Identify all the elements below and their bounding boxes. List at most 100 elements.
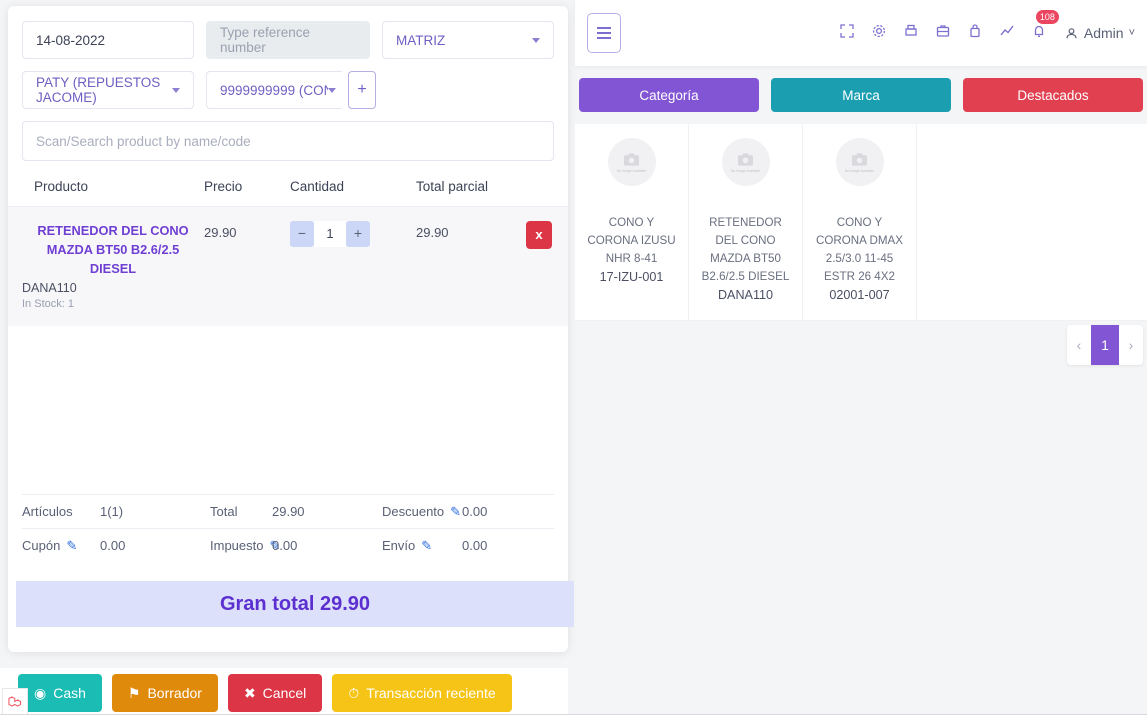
impuesto-label-group: Impuesto ✎ [210,538,272,554]
articulos-label: Artículos [22,504,100,519]
total-value: 29.90 [272,504,382,519]
money-icon: ◉ [34,685,46,702]
clock-icon: ⏱ [348,685,359,702]
totals-row-1: Artículos 1(1) Total 29.90 Descuento ✎ 0… [22,494,554,528]
remove-item-button[interactable]: x [526,221,552,249]
product-code: 17-IZU-001 [600,268,664,286]
cart-table: Producto Precio Cantidad Total parcial R… [8,179,568,326]
laravel-icon [8,695,23,711]
edit-descuento-icon[interactable]: ✎ [450,504,461,520]
cart-subtotal: 29.90 [416,221,526,240]
customer-phone-value: 9999999999 (CONSUMID [220,83,328,98]
recent-transaction-button[interactable]: ⏱ Transacción reciente [332,674,511,712]
cart-product-name[interactable]: RETENEDOR DEL CONO MAZDA BT50 B2.6/2.5 D… [22,221,204,278]
sale-panel: 14-08-2022 Type reference number MATRIZ … [8,6,568,652]
product-name: RETENEDOR DEL CONO MAZDA BT50 B2.6/2.5 D… [697,214,794,286]
totals-row-2: Cupón ✎ 0.00 Impuesto ✎ 0.00 Envío ✎ 0.0… [22,528,554,562]
camera-icon [623,152,640,167]
descuento-value: 0.00 [462,504,487,519]
edit-envio-icon[interactable]: ✎ [421,538,432,554]
pagination-page-1[interactable]: 1 [1091,325,1119,365]
cart-quantity-cell: − 1 + [290,221,416,247]
customer-select[interactable]: PATY (REPUESTOS JACOME) [22,71,194,109]
cash-button[interactable]: ◉ Cash [18,674,102,712]
envio-label-group: Envío ✎ [382,538,462,554]
product-image-placeholder: No Image Available [722,138,770,186]
descuento-label-group: Descuento ✎ [382,504,462,520]
total-label: Total [210,504,272,519]
bag-icon[interactable] [966,23,984,43]
pagination-next[interactable]: › [1119,325,1143,365]
gear-icon[interactable] [870,23,888,43]
edit-cupon-icon[interactable]: ✎ [66,538,77,554]
add-customer-button[interactable]: + [348,71,376,109]
warehouse-select[interactable]: MATRIZ [382,21,554,59]
reference-input[interactable]: Type reference number [206,21,370,59]
admin-label: Admin [1084,25,1124,41]
catalog-panel: 108 Admin ˅ Categoría Marca Destacados N… [575,0,1147,720]
chevron-down-icon [172,88,180,93]
action-buttons: ◉ Cash ⚑ Borrador ✖ Cancel ⏱ Transacción… [0,668,568,712]
impuesto-label: Impuesto [210,538,263,553]
tab-marca[interactable]: Marca [771,78,951,112]
briefcase-icon[interactable] [934,23,952,43]
descuento-label: Descuento [382,504,444,519]
chart-icon[interactable] [998,23,1016,43]
totals-section: Artículos 1(1) Total 29.90 Descuento ✎ 0… [22,494,554,562]
draft-label: Borrador [147,685,201,701]
sale-form: 14-08-2022 Type reference number MATRIZ … [8,6,568,161]
customer-phone-select[interactable]: 9999999999 (CONSUMID [206,71,342,109]
cancel-button[interactable]: ✖ Cancel [228,674,322,712]
draft-button[interactable]: ⚑ Borrador [112,674,218,712]
recent-label: Transacción reciente [366,685,495,701]
cart-product-cell: RETENEDOR DEL CONO MAZDA BT50 B2.6/2.5 D… [22,221,204,310]
date-input[interactable]: 14-08-2022 [22,21,194,59]
product-card[interactable]: No Image Available CONO Y CORONA DMAX 2.… [803,124,917,320]
scan-placeholder: Scan/Search product by name/code [36,134,251,149]
menu-toggle-button[interactable] [587,13,621,53]
camera-icon [851,152,868,167]
scan-search-input[interactable]: Scan/Search product by name/code [22,121,554,161]
pagination: ‹ 1 › [1067,325,1143,365]
cupon-label-group: Cupón ✎ [22,538,100,554]
pagination-prev[interactable]: ‹ [1067,325,1091,365]
quantity-input[interactable]: 1 [314,221,346,247]
envio-label: Envío [382,538,415,553]
impuesto-value: 0.00 [272,538,382,553]
header-subtotal: Total parcial [416,179,526,194]
browser-taskbar [0,714,1147,720]
form-row-2: PATY (REPUESTOS JACOME) 9999999999 (CONS… [22,71,554,109]
articulos-value: 1(1) [100,504,210,519]
chevron-down-icon [328,88,336,93]
cart-product-stock: In Stock: 1 [22,298,204,310]
quantity-increment-button[interactable]: + [346,221,370,247]
flag-icon: ⚑ [128,685,141,702]
quantity-decrement-button[interactable]: − [290,221,314,247]
admin-menu[interactable]: Admin ˅ [1064,25,1135,41]
tab-destacados[interactable]: Destacados [963,78,1143,112]
product-card[interactable]: No Image Available CONO Y CORONA IZUSU N… [575,124,689,320]
product-name: CONO Y CORONA IZUSU NHR 8-41 [583,214,680,268]
header-quantity: Cantidad [290,179,416,194]
date-value: 14-08-2022 [36,33,105,48]
printer-icon[interactable] [902,23,920,43]
product-code: DANA110 [718,286,773,304]
cart-table-header: Producto Precio Cantidad Total parcial [8,179,568,207]
tab-categoria[interactable]: Categoría [579,78,759,112]
chevron-down-icon: ˅ [1129,27,1135,39]
filter-tabs: Categoría Marca Destacados [575,66,1147,112]
table-row: RETENEDOR DEL CONO MAZDA BT50 B2.6/2.5 D… [8,207,568,326]
cart-product-code: DANA110 [22,281,204,295]
bell-icon[interactable]: 108 [1030,23,1048,43]
pos-page: 14-08-2022 Type reference number MATRIZ … [0,0,1147,720]
top-navbar: 108 Admin ˅ [575,0,1147,66]
cash-label: Cash [53,685,86,701]
product-code: 02001-007 [829,286,889,304]
product-image-placeholder: No Image Available [608,138,656,186]
close-icon: ✖ [244,685,256,702]
product-card[interactable]: No Image Available RETENEDOR DEL CONO MA… [689,124,803,320]
placeholder-label: No Image Available [617,169,646,173]
fullscreen-icon[interactable] [838,23,856,43]
user-icon [1064,26,1079,41]
placeholder-label: No Image Available [845,169,874,173]
